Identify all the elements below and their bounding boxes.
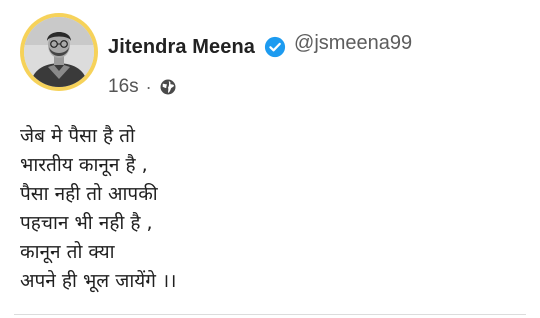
verified-badge-icon: [264, 36, 286, 58]
post-card: Jitendra Meena @jsmeena99 16s · जेब मे प…: [0, 0, 540, 318]
avatar-photo: [24, 17, 94, 87]
globe-icon: [159, 78, 177, 96]
post-body-line: कानून तो क्या: [20, 241, 115, 263]
post-body-line: भारतीय कानून है ,: [20, 154, 148, 176]
author-row: Jitendra Meena @jsmeena99: [108, 30, 412, 64]
post-divider: [14, 314, 526, 315]
post-body-line: जेब मे पैसा है तो: [20, 125, 135, 147]
post-timestamp[interactable]: 16s: [108, 76, 139, 98]
post-body-line: अपने ही भूल जायेंगे ।।: [20, 270, 177, 292]
post-body-line: पहचान भी नही है ,: [20, 212, 153, 234]
avatar-image: [24, 17, 94, 87]
post-body: जेब मे पैसा है तो भारतीय कानून है , पैसा…: [20, 122, 520, 296]
post-meta: 16s ·: [108, 76, 177, 98]
meta-separator: ·: [145, 76, 152, 97]
display-name[interactable]: Jitendra Meena: [108, 36, 255, 59]
avatar[interactable]: [20, 13, 98, 91]
user-handle[interactable]: @jsmeena99: [294, 32, 412, 55]
post-body-line: पैसा नही तो आपकी: [20, 183, 158, 205]
